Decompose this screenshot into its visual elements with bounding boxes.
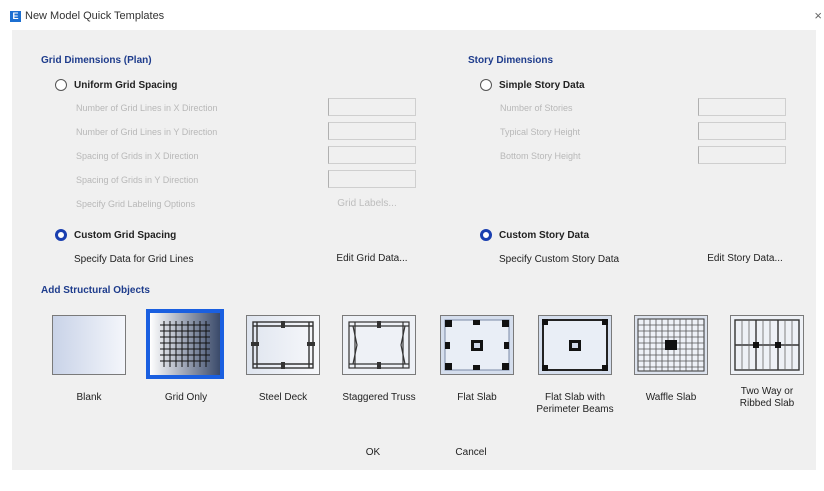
flat-slab-template-icon bbox=[441, 316, 513, 374]
grid-lines-x-input[interactable] bbox=[328, 98, 416, 116]
story-dimensions-heading: Story Dimensions bbox=[468, 55, 554, 66]
staggered-truss-template-icon bbox=[343, 316, 415, 374]
custom-story-label[interactable]: Custom Story Data bbox=[499, 230, 589, 241]
etabs-app-icon: E bbox=[10, 11, 21, 22]
bottom-story-height-label: Bottom Story Height bbox=[500, 151, 581, 161]
spacing-y-input[interactable] bbox=[328, 170, 416, 188]
uniform-grid-radio[interactable] bbox=[55, 79, 67, 91]
template-label: Grid Only bbox=[164, 392, 208, 403]
close-icon[interactable]: × bbox=[814, 8, 822, 23]
template-steel-deck[interactable] bbox=[246, 315, 320, 375]
custom-grid-label[interactable]: Custom Grid Spacing bbox=[74, 230, 176, 241]
edit-story-data-button[interactable]: Edit Story Data... bbox=[698, 249, 792, 269]
template-label: Flat Slab bbox=[457, 392, 497, 403]
template-label: Two Way or Ribbed Slab bbox=[739, 386, 795, 409]
waffle-slab-template-icon bbox=[635, 316, 707, 374]
bottom-story-height-input[interactable] bbox=[698, 146, 786, 164]
grid-data-spec-label: Specify Data for Grid Lines bbox=[74, 254, 194, 265]
blank-template-icon bbox=[53, 316, 125, 374]
uniform-grid-label[interactable]: Uniform Grid Spacing bbox=[74, 80, 177, 91]
template-label: Blank bbox=[76, 392, 102, 403]
grid-labeling-label: Specify Grid Labeling Options bbox=[76, 199, 196, 209]
custom-story-radio[interactable] bbox=[480, 229, 492, 241]
grid-dimensions-heading: Grid Dimensions (Plan) bbox=[41, 55, 152, 66]
number-stories-input[interactable] bbox=[698, 98, 786, 116]
spacing-y-label: Spacing of Grids in Y Direction bbox=[76, 175, 199, 185]
template-waffle-slab[interactable] bbox=[634, 315, 708, 375]
cancel-button[interactable]: Cancel bbox=[441, 442, 501, 464]
template-flat-slab-perimeter-beams[interactable] bbox=[538, 315, 612, 375]
template-label: Staggered Truss bbox=[342, 392, 416, 403]
window-title: New Model Quick Templates bbox=[25, 10, 165, 22]
grid-only-template-icon bbox=[150, 313, 220, 375]
story-data-spec-label: Specify Custom Story Data bbox=[499, 254, 620, 265]
template-staggered-truss[interactable] bbox=[342, 315, 416, 375]
grid-lines-y-label: Number of Grid Lines in Y Direction bbox=[76, 127, 218, 137]
template-grid-only[interactable] bbox=[146, 309, 224, 379]
template-flat-slab[interactable] bbox=[440, 315, 514, 375]
edit-grid-data-button[interactable]: Edit Grid Data... bbox=[326, 249, 418, 269]
typical-story-height-label: Typical Story Height bbox=[500, 127, 581, 137]
two-way-ribbed-slab-template-icon bbox=[731, 316, 803, 374]
title-bar: E New Model Quick Templates × bbox=[0, 0, 824, 28]
steel-deck-template-icon bbox=[247, 316, 319, 374]
grid-labels-button[interactable]: Grid Labels... bbox=[322, 194, 412, 214]
number-stories-label: Number of Stories bbox=[500, 103, 573, 113]
grid-lines-y-input[interactable] bbox=[328, 122, 416, 140]
ok-button[interactable]: OK bbox=[343, 442, 403, 464]
template-blank[interactable] bbox=[52, 315, 126, 375]
template-two-way-ribbed-slab[interactable] bbox=[730, 315, 804, 375]
flat-slab-perimeter-beams-template-icon bbox=[539, 316, 611, 374]
typical-story-height-input[interactable] bbox=[698, 122, 786, 140]
template-label: Flat Slab with Perimeter Beams bbox=[536, 392, 614, 415]
template-label: Steel Deck bbox=[258, 392, 308, 403]
simple-story-label[interactable]: Simple Story Data bbox=[499, 80, 585, 91]
custom-grid-radio[interactable] bbox=[55, 229, 67, 241]
template-label: Waffle Slab bbox=[645, 392, 697, 403]
spacing-x-input[interactable] bbox=[328, 146, 416, 164]
simple-story-radio[interactable] bbox=[480, 79, 492, 91]
spacing-x-label: Spacing of Grids in X Direction bbox=[76, 151, 199, 161]
structural-objects-heading: Add Structural Objects bbox=[41, 285, 150, 296]
grid-lines-x-label: Number of Grid Lines in X Direction bbox=[76, 103, 218, 113]
